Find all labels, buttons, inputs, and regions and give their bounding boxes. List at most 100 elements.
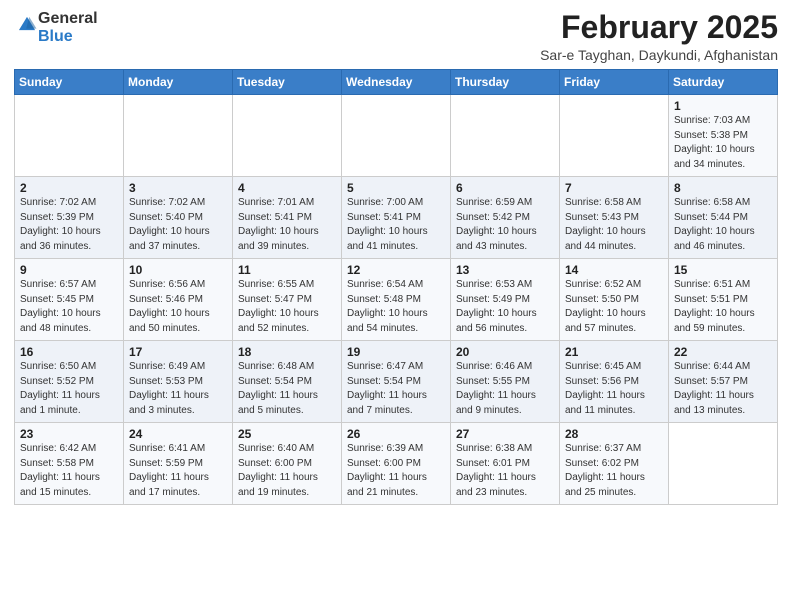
day-cell: 9Sunrise: 6:57 AM Sunset: 5:45 PM Daylig… xyxy=(15,259,124,341)
day-cell: 19Sunrise: 6:47 AM Sunset: 5:54 PM Dayli… xyxy=(342,341,451,423)
day-info: Sunrise: 7:03 AM Sunset: 5:38 PM Dayligh… xyxy=(674,114,772,172)
day-cell: 14Sunrise: 6:52 AM Sunset: 5:50 PM Dayli… xyxy=(560,259,669,341)
day-cell: 28Sunrise: 6:37 AM Sunset: 6:02 PM Dayli… xyxy=(560,423,669,505)
day-info: Sunrise: 6:50 AM Sunset: 5:52 PM Dayligh… xyxy=(20,360,118,418)
day-cell xyxy=(15,95,124,177)
day-number: 12 xyxy=(347,263,445,277)
day-cell: 2Sunrise: 7:02 AM Sunset: 5:39 PM Daylig… xyxy=(15,177,124,259)
weekday-tuesday: Tuesday xyxy=(233,70,342,95)
weekday-sunday: Sunday xyxy=(15,70,124,95)
day-info: Sunrise: 6:53 AM Sunset: 5:49 PM Dayligh… xyxy=(456,278,554,336)
day-info: Sunrise: 6:40 AM Sunset: 6:00 PM Dayligh… xyxy=(238,442,336,500)
weekday-wednesday: Wednesday xyxy=(342,70,451,95)
day-info: Sunrise: 6:59 AM Sunset: 5:42 PM Dayligh… xyxy=(456,196,554,254)
day-number: 17 xyxy=(129,345,227,359)
day-cell: 12Sunrise: 6:54 AM Sunset: 5:48 PM Dayli… xyxy=(342,259,451,341)
weekday-thursday: Thursday xyxy=(451,70,560,95)
day-number: 14 xyxy=(565,263,663,277)
day-number: 25 xyxy=(238,427,336,441)
weekday-saturday: Saturday xyxy=(669,70,778,95)
day-number: 27 xyxy=(456,427,554,441)
day-info: Sunrise: 6:56 AM Sunset: 5:46 PM Dayligh… xyxy=(129,278,227,336)
day-cell xyxy=(233,95,342,177)
day-cell xyxy=(451,95,560,177)
day-info: Sunrise: 6:42 AM Sunset: 5:58 PM Dayligh… xyxy=(20,442,118,500)
day-cell: 27Sunrise: 6:38 AM Sunset: 6:01 PM Dayli… xyxy=(451,423,560,505)
logo-text: General Blue xyxy=(38,10,98,45)
day-cell: 18Sunrise: 6:48 AM Sunset: 5:54 PM Dayli… xyxy=(233,341,342,423)
day-cell xyxy=(669,423,778,505)
day-number: 7 xyxy=(565,181,663,195)
weekday-monday: Monday xyxy=(124,70,233,95)
week-row-2: 2Sunrise: 7:02 AM Sunset: 5:39 PM Daylig… xyxy=(15,177,778,259)
logo-icon xyxy=(16,14,38,36)
day-number: 20 xyxy=(456,345,554,359)
header: General Blue February 2025 Sar-e Tayghan… xyxy=(14,10,778,63)
day-number: 6 xyxy=(456,181,554,195)
day-cell: 3Sunrise: 7:02 AM Sunset: 5:40 PM Daylig… xyxy=(124,177,233,259)
calendar-title: February 2025 xyxy=(540,10,778,45)
day-cell xyxy=(560,95,669,177)
day-cell: 1Sunrise: 7:03 AM Sunset: 5:38 PM Daylig… xyxy=(669,95,778,177)
day-number: 4 xyxy=(238,181,336,195)
day-cell: 4Sunrise: 7:01 AM Sunset: 5:41 PM Daylig… xyxy=(233,177,342,259)
day-number: 8 xyxy=(674,181,772,195)
day-info: Sunrise: 6:51 AM Sunset: 5:51 PM Dayligh… xyxy=(674,278,772,336)
day-info: Sunrise: 6:44 AM Sunset: 5:57 PM Dayligh… xyxy=(674,360,772,418)
day-info: Sunrise: 6:49 AM Sunset: 5:53 PM Dayligh… xyxy=(129,360,227,418)
day-info: Sunrise: 6:47 AM Sunset: 5:54 PM Dayligh… xyxy=(347,360,445,418)
day-number: 13 xyxy=(456,263,554,277)
day-cell: 10Sunrise: 6:56 AM Sunset: 5:46 PM Dayli… xyxy=(124,259,233,341)
day-number: 16 xyxy=(20,345,118,359)
day-info: Sunrise: 7:02 AM Sunset: 5:40 PM Dayligh… xyxy=(129,196,227,254)
day-info: Sunrise: 6:48 AM Sunset: 5:54 PM Dayligh… xyxy=(238,360,336,418)
day-info: Sunrise: 6:54 AM Sunset: 5:48 PM Dayligh… xyxy=(347,278,445,336)
weekday-friday: Friday xyxy=(560,70,669,95)
week-row-5: 23Sunrise: 6:42 AM Sunset: 5:58 PM Dayli… xyxy=(15,423,778,505)
day-info: Sunrise: 6:41 AM Sunset: 5:59 PM Dayligh… xyxy=(129,442,227,500)
day-number: 18 xyxy=(238,345,336,359)
day-cell xyxy=(124,95,233,177)
day-number: 11 xyxy=(238,263,336,277)
day-cell: 7Sunrise: 6:58 AM Sunset: 5:43 PM Daylig… xyxy=(560,177,669,259)
day-cell: 15Sunrise: 6:51 AM Sunset: 5:51 PM Dayli… xyxy=(669,259,778,341)
day-number: 1 xyxy=(674,99,772,113)
day-info: Sunrise: 6:55 AM Sunset: 5:47 PM Dayligh… xyxy=(238,278,336,336)
day-cell: 17Sunrise: 6:49 AM Sunset: 5:53 PM Dayli… xyxy=(124,341,233,423)
day-number: 24 xyxy=(129,427,227,441)
day-info: Sunrise: 6:58 AM Sunset: 5:44 PM Dayligh… xyxy=(674,196,772,254)
day-number: 26 xyxy=(347,427,445,441)
title-block: February 2025 Sar-e Tayghan, Daykundi, A… xyxy=(540,10,778,63)
day-number: 28 xyxy=(565,427,663,441)
day-cell: 24Sunrise: 6:41 AM Sunset: 5:59 PM Dayli… xyxy=(124,423,233,505)
day-cell: 5Sunrise: 7:00 AM Sunset: 5:41 PM Daylig… xyxy=(342,177,451,259)
day-info: Sunrise: 6:46 AM Sunset: 5:55 PM Dayligh… xyxy=(456,360,554,418)
day-cell: 8Sunrise: 6:58 AM Sunset: 5:44 PM Daylig… xyxy=(669,177,778,259)
day-info: Sunrise: 6:45 AM Sunset: 5:56 PM Dayligh… xyxy=(565,360,663,418)
day-number: 5 xyxy=(347,181,445,195)
day-cell: 6Sunrise: 6:59 AM Sunset: 5:42 PM Daylig… xyxy=(451,177,560,259)
page: General Blue February 2025 Sar-e Tayghan… xyxy=(0,0,792,612)
day-info: Sunrise: 7:02 AM Sunset: 5:39 PM Dayligh… xyxy=(20,196,118,254)
day-info: Sunrise: 6:58 AM Sunset: 5:43 PM Dayligh… xyxy=(565,196,663,254)
day-number: 9 xyxy=(20,263,118,277)
day-info: Sunrise: 6:38 AM Sunset: 6:01 PM Dayligh… xyxy=(456,442,554,500)
calendar-subtitle: Sar-e Tayghan, Daykundi, Afghanistan xyxy=(540,47,778,63)
day-cell: 26Sunrise: 6:39 AM Sunset: 6:00 PM Dayli… xyxy=(342,423,451,505)
day-cell: 21Sunrise: 6:45 AM Sunset: 5:56 PM Dayli… xyxy=(560,341,669,423)
day-number: 23 xyxy=(20,427,118,441)
day-cell: 20Sunrise: 6:46 AM Sunset: 5:55 PM Dayli… xyxy=(451,341,560,423)
day-number: 21 xyxy=(565,345,663,359)
day-info: Sunrise: 7:01 AM Sunset: 5:41 PM Dayligh… xyxy=(238,196,336,254)
day-info: Sunrise: 6:39 AM Sunset: 6:00 PM Dayligh… xyxy=(347,442,445,500)
day-cell: 22Sunrise: 6:44 AM Sunset: 5:57 PM Dayli… xyxy=(669,341,778,423)
day-number: 15 xyxy=(674,263,772,277)
day-info: Sunrise: 6:52 AM Sunset: 5:50 PM Dayligh… xyxy=(565,278,663,336)
day-number: 19 xyxy=(347,345,445,359)
logo-general: General xyxy=(38,10,98,27)
week-row-3: 9Sunrise: 6:57 AM Sunset: 5:45 PM Daylig… xyxy=(15,259,778,341)
day-cell: 25Sunrise: 6:40 AM Sunset: 6:00 PM Dayli… xyxy=(233,423,342,505)
day-number: 3 xyxy=(129,181,227,195)
day-cell: 11Sunrise: 6:55 AM Sunset: 5:47 PM Dayli… xyxy=(233,259,342,341)
logo-blue: Blue xyxy=(38,28,73,45)
